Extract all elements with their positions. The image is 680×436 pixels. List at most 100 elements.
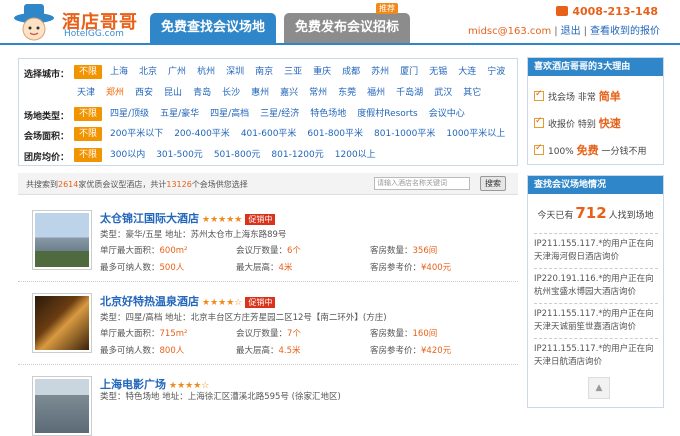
reason-item: 找会场 非常 简单: [534, 88, 621, 104]
filter-option[interactable]: 杭州: [194, 65, 218, 79]
filter-option[interactable]: 北京: [136, 65, 160, 79]
filter-option[interactable]: 宁波: [484, 65, 508, 79]
filter-option[interactable]: 会议中心: [426, 107, 468, 121]
hotel-name[interactable]: 北京好特热温泉酒店 ★★★★☆ 促销中: [100, 293, 276, 309]
logout-link[interactable]: 退出: [561, 26, 581, 37]
checkbox-icon: [534, 89, 544, 101]
hotel-card: 北京好特热温泉酒店 ★★★★☆ 促销中 类型：四星/高档 地址：北京丰台区方庄芳星园…: [18, 283, 518, 365]
filter-option[interactable]: 广州: [165, 65, 189, 79]
filter-option[interactable]: 四星/高档: [207, 107, 252, 121]
hotel-photo[interactable]: [32, 376, 92, 436]
recommend-badge: 推荐: [376, 3, 398, 14]
reason-highlight: 免费: [576, 144, 599, 157]
filter-option[interactable]: 不限: [74, 148, 103, 162]
activity-entry: IP211.155.117.*的用户正在向天津天诚丽笙世嘉酒店询价: [534, 309, 654, 332]
divider: |: [554, 26, 558, 37]
filter-option[interactable]: 苏州: [368, 65, 392, 79]
filter-option[interactable]: 200平米以下: [107, 127, 166, 141]
filter-option[interactable]: 601-800平米: [304, 127, 366, 141]
user-email-link[interactable]: midsc@163.com: [468, 26, 551, 37]
filter-option[interactable]: 其它: [460, 86, 484, 100]
reason-item: 收报价 特别 快速: [534, 115, 621, 131]
filter-option[interactable]: 300以内: [107, 148, 148, 162]
stat-value: 160间: [412, 329, 438, 339]
filter-option[interactable]: 西安: [132, 86, 156, 100]
hotel-photo[interactable]: [32, 293, 92, 353]
tab-find-venue[interactable]: 免费查找会议场地: [150, 13, 276, 43]
filter-option[interactable]: 上海: [107, 65, 131, 79]
filter-option[interactable]: 常州: [306, 86, 330, 100]
filter-option[interactable]: 501-800元: [211, 148, 264, 162]
reason-item: 100% 免费 一分钱不用: [534, 142, 647, 158]
view-quotes-link[interactable]: 查看收到的报价: [590, 26, 660, 37]
stat-value: 356间: [412, 246, 438, 256]
filter-option[interactable]: 厦门: [397, 65, 421, 79]
filter-option[interactable]: 郑州: [103, 86, 127, 100]
filter-option[interactable]: 不限: [74, 127, 103, 141]
filter-option[interactable]: 青岛: [190, 86, 214, 100]
filter-option[interactable]: 福州: [364, 86, 388, 100]
hotel-stat: 客房参考价：¥400元: [370, 261, 451, 273]
count-text: 人找到场地: [608, 211, 654, 221]
stats-panel: 查找会议场地情况 今天已有 712 人找到场地 IP211.155.117.*的用户…: [527, 175, 664, 408]
hotel-type-address: 类型：豪华/五星 地址：苏州太仓市上海东路89号: [100, 230, 287, 240]
filter-option[interactable]: 801-1000平米: [371, 127, 438, 141]
filter-option[interactable]: 千岛湖: [393, 86, 426, 100]
count-text: 今天已有: [537, 211, 574, 221]
stat-value: 800人: [159, 346, 185, 356]
hotline-number: 4008-213-148: [572, 5, 658, 18]
filter-option[interactable]: 401-600平米: [238, 127, 300, 141]
filter-option[interactable]: 不限: [74, 107, 103, 121]
filter-option[interactable]: 200-400平米: [171, 127, 233, 141]
hotel-stat: 客房参考价：¥420元: [370, 344, 451, 356]
filter-option[interactable]: 特色场地: [307, 107, 349, 121]
activity-entry: IP211.155.117.*的用户正在向天津海河假日酒店询价: [534, 239, 654, 262]
filter-option[interactable]: 301-500元: [153, 148, 206, 162]
hotel-type-address: 类型：四星/高档 地址：北京丰台区方庄芳星园二区12号【南二环外】(方庄): [100, 313, 387, 323]
filter-option[interactable]: 天津: [74, 86, 98, 100]
hotel-stat: 客房数量：356间: [370, 244, 437, 256]
filter-option[interactable]: 嘉兴: [277, 86, 301, 100]
filter-option[interactable]: 无锡: [426, 65, 450, 79]
why-panel: 喜欢酒店哥哥的3大理由 找会场 非常 简单 收报价 特别 快速 100% 免费 …: [527, 57, 664, 165]
filter-option[interactable]: 五星/豪华: [157, 107, 202, 121]
filter-option[interactable]: 不限: [74, 65, 103, 79]
hotel-name-text[interactable]: 太仓锦江国际大酒店: [100, 212, 199, 225]
reason-text: 100%: [548, 147, 574, 157]
activity-entry: IP211.155.117.*的用户正在向天津日航酒店询价: [534, 344, 654, 367]
reason-highlight: 快速: [598, 117, 621, 130]
stat-label: 客房数量：: [370, 246, 413, 256]
hotel-name[interactable]: 太仓锦江国际大酒店 ★★★★★ 促销中: [100, 210, 276, 226]
tab-publish-tender[interactable]: 免费发布会议招标: [284, 13, 410, 43]
filter-option[interactable]: 四星/顶级: [107, 107, 152, 121]
filter-option[interactable]: 东莞: [335, 86, 359, 100]
filter-option[interactable]: 801-1200元: [268, 148, 326, 162]
hotel-photo[interactable]: [32, 210, 92, 270]
filter-option[interactable]: 武汉: [431, 86, 455, 100]
filter-option[interactable]: 南京: [252, 65, 276, 79]
summary-text: 共搜索到: [26, 180, 58, 189]
filter-option[interactable]: 大连: [455, 65, 479, 79]
summary-text: 家优质会议型酒店，共计: [78, 180, 167, 189]
filter-option[interactable]: 深圳: [223, 65, 247, 79]
filter-option[interactable]: 三亚: [281, 65, 305, 79]
filter-option[interactable]: 成都: [339, 65, 363, 79]
filter-option[interactable]: 惠州: [248, 86, 272, 100]
filter-option[interactable]: 重庆: [310, 65, 334, 79]
hotel-stat: 最大层高：4.5米: [236, 344, 301, 356]
logo[interactable]: 酒店哥哥 HotelGG.com: [12, 2, 152, 42]
activity-entry: IP220.191.116.*的用户正在向杭州宝盛水博园大酒店询价: [534, 274, 654, 297]
filter-options: 不限 四星/顶级 五星/豪华 四星/高档 三星/经济 特色场地 度假村Resorts 会议中心: [74, 107, 473, 121]
filter-option[interactable]: 1200以上: [332, 148, 379, 162]
filter-option[interactable]: 度假村Resorts: [354, 107, 421, 121]
filter-option[interactable]: 三星/经济: [257, 107, 302, 121]
hotel-search-input[interactable]: 请输入酒店名称关键词: [374, 177, 470, 190]
search-button[interactable]: 搜索: [480, 176, 506, 191]
filter-option[interactable]: 长沙: [219, 86, 243, 100]
filter-option[interactable]: 1000平米以上: [443, 127, 508, 141]
back-to-top-button[interactable]: ▲: [588, 377, 610, 399]
hotel-name-text[interactable]: 北京好特热温泉酒店: [100, 295, 199, 308]
star-rating: ★★★★★: [202, 215, 243, 225]
stat-label: 客房数量：: [370, 329, 413, 339]
filter-option[interactable]: 昆山: [161, 86, 185, 100]
